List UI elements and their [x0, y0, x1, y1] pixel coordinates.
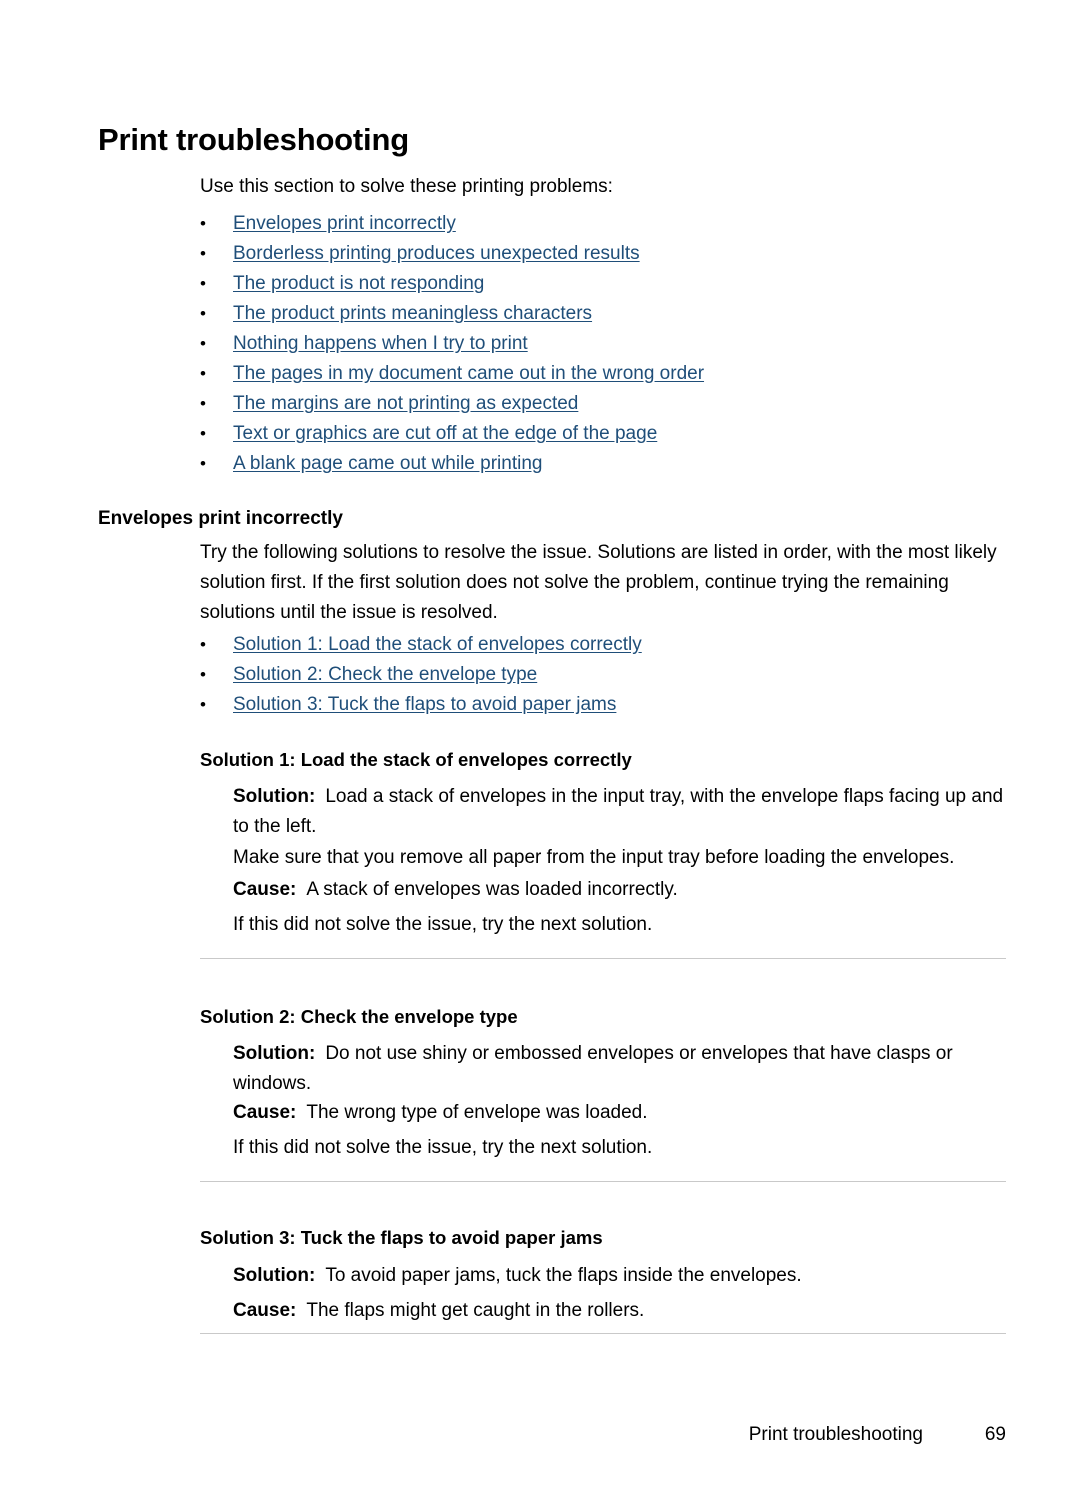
solution-link-3[interactable]: Solution 3: Tuck the flaps to avoid pape…: [233, 690, 616, 720]
solution-1-heading: Solution 1: Load the stack of envelopes …: [200, 749, 632, 770]
solution-3-heading: Solution 3: Tuck the flaps to avoid pape…: [200, 1227, 603, 1248]
list-item: • Nothing happens when I try to print: [200, 329, 1010, 359]
solution-1-solution-paragraph: Solution: Load a stack of envelopes in th…: [233, 782, 1006, 842]
bullet-icon: •: [200, 364, 206, 383]
page-footer: Print troubleshooting 69: [200, 1422, 1006, 1448]
solution-2-cause-paragraph: Cause: The wrong type of envelope was loa…: [233, 1098, 1006, 1128]
bullet-icon: •: [200, 244, 206, 263]
toc-link-margins[interactable]: The margins are not printing as expected: [233, 389, 578, 419]
solution-2-followup-paragraph: If this did not solve the issue, try the…: [233, 1137, 653, 1158]
solution-2-solution-paragraph: Solution: Do not use shiny or embossed en…: [233, 1039, 1006, 1099]
list-item: • Text or graphics are cut off at the ed…: [200, 419, 1010, 449]
cause-label: Cause:: [233, 1300, 297, 1321]
solution-label: Solution:: [233, 786, 316, 807]
list-item: • The product is not responding: [200, 269, 1010, 299]
page-title: Print troubleshooting: [98, 122, 409, 157]
toc-link-wrong-order[interactable]: The pages in my document came out in the…: [233, 359, 704, 389]
bullet-icon: •: [200, 424, 206, 443]
solution-1-note-paragraph: Make sure that you remove all paper from…: [233, 847, 955, 868]
bullet-icon: •: [200, 394, 206, 413]
solution-label: Solution:: [233, 1265, 316, 1286]
solution-link-2[interactable]: Solution 2: Check the envelope type: [233, 660, 537, 690]
toc-link-envelopes-print-incorrectly[interactable]: Envelopes print incorrectly: [233, 209, 456, 239]
bullet-icon: •: [200, 334, 206, 353]
solution-2-cause-text: The wrong type of envelope was loaded.: [306, 1102, 648, 1123]
list-item: • The pages in my document came out in t…: [200, 359, 1010, 389]
solution-3-solution-paragraph: Solution: To avoid paper jams, tuck the f…: [233, 1261, 1006, 1291]
solution-1-cause-paragraph: Cause: A stack of envelopes was loaded in…: [233, 875, 1006, 905]
document-page: Print troubleshooting Use this section t…: [0, 0, 1080, 1495]
list-item: • Envelopes print incorrectly: [200, 209, 1010, 239]
list-item: • The margins are not printing as expect…: [200, 389, 1010, 419]
solution-3-solution-text: To avoid paper jams, tuck the flaps insi…: [325, 1265, 802, 1286]
list-item: • A blank page came out while printing: [200, 449, 1010, 479]
toc-link-product-not-responding[interactable]: The product is not responding: [233, 269, 484, 299]
cause-label: Cause:: [233, 879, 297, 900]
list-item: • Solution 2: Check the envelope type: [200, 660, 1010, 690]
list-item: • Solution 3: Tuck the flaps to avoid pa…: [200, 690, 1010, 720]
solution-2-heading: Solution 2: Check the envelope type: [200, 1006, 518, 1027]
solution-3-cause-text: The flaps might get caught in the roller…: [306, 1300, 645, 1321]
section-divider-3: [200, 1333, 1006, 1334]
section-heading-envelopes: Envelopes print incorrectly: [98, 508, 343, 529]
intro-paragraph: Use this section to solve these printing…: [200, 176, 613, 197]
section-divider-2: [200, 1181, 1006, 1182]
bullet-icon: •: [200, 695, 206, 714]
section-intro-paragraph: Try the following solutions to resolve t…: [200, 542, 997, 623]
bullet-icon: •: [200, 635, 206, 654]
solution-link-list: • Solution 1: Load the stack of envelope…: [200, 630, 1010, 720]
footer-section-title: Print troubleshooting: [748, 1424, 923, 1445]
solution-1-followup-paragraph: If this did not solve the issue, try the…: [233, 914, 653, 935]
toc-link-cut-off[interactable]: Text or graphics are cut off at the edge…: [233, 419, 657, 449]
list-item: • Solution 1: Load the stack of envelope…: [200, 630, 1010, 660]
bullet-icon: •: [200, 304, 206, 323]
footer-page-number: 69: [984, 1424, 1006, 1445]
list-item: • The product prints meaningless charact…: [200, 299, 1010, 329]
cause-label: Cause:: [233, 1102, 297, 1123]
list-item: • Borderless printing produces unexpecte…: [200, 239, 1010, 269]
toc-link-meaningless-characters[interactable]: The product prints meaningless character…: [233, 299, 592, 329]
toc-link-list: • Envelopes print incorrectly • Borderle…: [200, 209, 1010, 479]
bullet-icon: •: [200, 274, 206, 293]
solution-1-solution-text: Load a stack of envelopes in the input t…: [233, 786, 1004, 837]
bullet-icon: •: [200, 454, 206, 473]
toc-link-borderless-printing[interactable]: Borderless printing produces unexpected …: [233, 239, 640, 269]
bullet-icon: •: [200, 665, 206, 684]
solution-1-cause-text: A stack of envelopes was loaded incorrec…: [306, 879, 678, 900]
section-divider-1: [200, 958, 1006, 959]
toc-link-nothing-happens[interactable]: Nothing happens when I try to print: [233, 329, 528, 359]
solution-2-solution-text: Do not use shiny or embossed envelopes o…: [233, 1043, 953, 1094]
solution-label: Solution:: [233, 1043, 316, 1064]
toc-link-blank-page[interactable]: A blank page came out while printing: [233, 449, 542, 479]
solution-3-cause-paragraph: Cause: The flaps might get caught in the …: [233, 1296, 1006, 1326]
bullet-icon: •: [200, 214, 206, 233]
solution-link-1[interactable]: Solution 1: Load the stack of envelopes …: [233, 630, 642, 660]
